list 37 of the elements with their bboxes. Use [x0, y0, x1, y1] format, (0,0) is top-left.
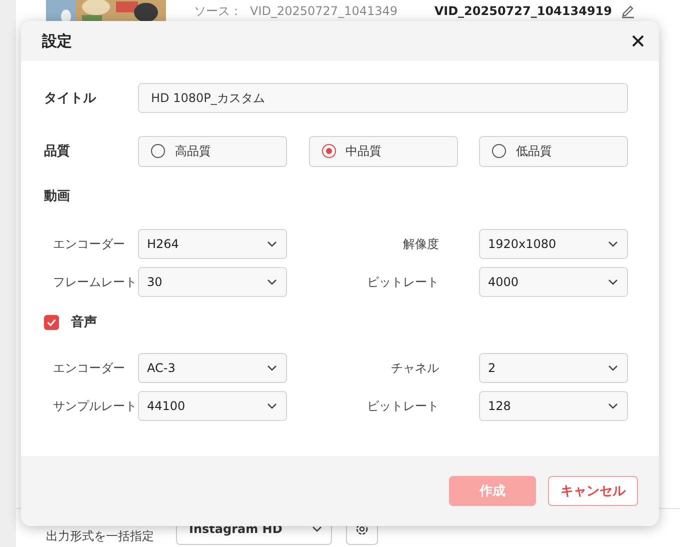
dropdown[interactable]: 44100	[138, 391, 287, 421]
dropdown[interactable]: 128	[479, 391, 628, 421]
setting-label: チャネル	[390, 360, 440, 376]
field-label: 品質	[44, 142, 71, 160]
setting-label: サンプルレート	[52, 398, 138, 414]
source-label: ソース：	[194, 4, 242, 18]
dropdown[interactable]: 2	[479, 353, 628, 383]
section-heading: 音声	[71, 314, 97, 331]
setting-label: エンコーダー	[52, 360, 126, 376]
setting-label: 解像度	[402, 236, 440, 252]
source-filename: VID_20250727_1041349	[250, 4, 398, 18]
dialog-title: 設定	[42, 32, 72, 50]
radio-button[interactable]	[151, 144, 165, 158]
setting-label: フレームレート	[52, 274, 138, 290]
section-heading: 動画	[44, 188, 71, 205]
dropdown[interactable]: AC-3	[138, 353, 287, 383]
radio-button[interactable]	[492, 144, 506, 158]
pencil-icon[interactable]	[620, 3, 636, 19]
dropdown[interactable]: 4000	[479, 267, 628, 297]
check-icon	[46, 316, 57, 328]
audio-checkbox[interactable]	[44, 314, 59, 330]
cancel-button[interactable]: キャンセル	[548, 476, 638, 506]
dropdown[interactable]: H264	[138, 229, 287, 259]
setting-label: エンコーダー	[52, 236, 126, 252]
dropdown[interactable]: 30	[138, 267, 287, 297]
field-label: タイトル	[44, 90, 98, 107]
output-filename: VID_20250727_104134919	[434, 4, 612, 18]
dropdown[interactable]: 1920x1080	[479, 229, 628, 259]
batch-format-label: 出力形式を一括指定	[46, 529, 154, 545]
close-icon[interactable]	[631, 34, 645, 48]
quality-option[interactable]: 中品質	[308, 136, 458, 166]
title-input[interactable]: HD 1080P_カスタム	[138, 83, 628, 113]
setting-label: ビットレート	[366, 274, 440, 290]
setting-label: ビットレート	[366, 398, 440, 414]
radio-button[interactable]	[322, 144, 336, 158]
quality-option[interactable]: 低品質	[479, 136, 628, 166]
quality-option[interactable]: 高品質	[138, 136, 287, 166]
